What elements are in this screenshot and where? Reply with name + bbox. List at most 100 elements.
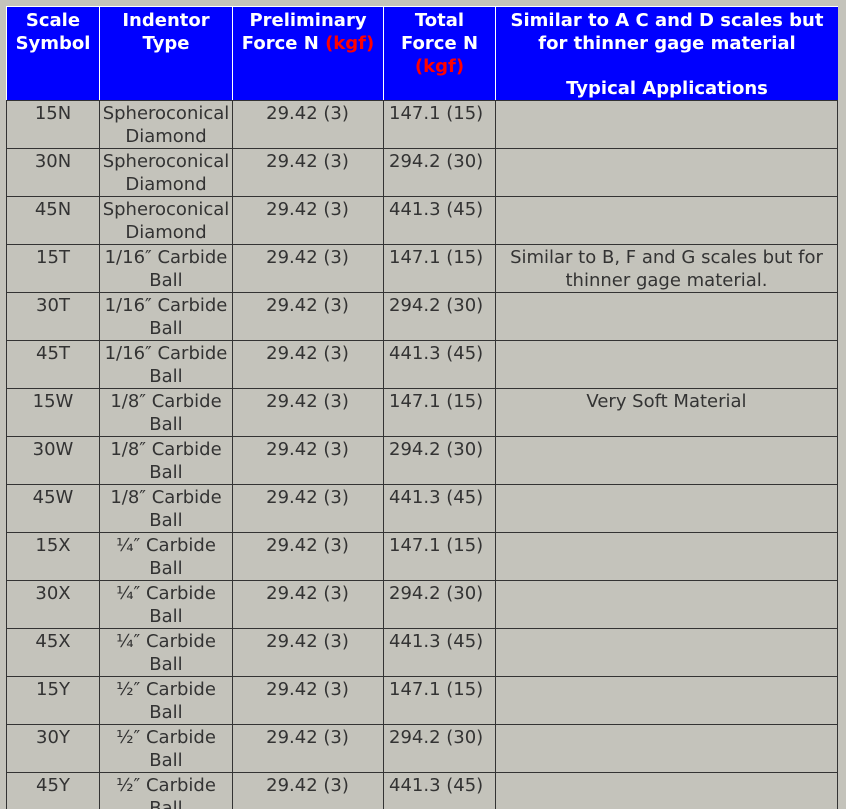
preliminary-force-cell: 29.42 (3) bbox=[232, 148, 383, 196]
application-cell: Very Soft Material bbox=[495, 388, 838, 436]
indentor-type-cell: ½″ Carbide Ball bbox=[99, 724, 232, 772]
table-header-row: Scale Symbol Indentor Type Preliminary F… bbox=[6, 6, 838, 100]
scale-symbol-cell: 45N bbox=[6, 196, 99, 244]
table-row: 45X ¼″ Carbide Ball 29.42 (3) 441.3 (45) bbox=[6, 628, 838, 676]
indentor-type-cell: ¼″ Carbide Ball bbox=[99, 532, 232, 580]
preliminary-force-cell: 29.42 (3) bbox=[232, 196, 383, 244]
application-cell bbox=[495, 148, 838, 196]
indentor-type-cell: ½″ Carbide Ball bbox=[99, 772, 232, 809]
preliminary-force-cell: 29.42 (3) bbox=[232, 340, 383, 388]
total-force-cell: 294.2 (30) bbox=[383, 148, 495, 196]
preliminary-force-cell: 29.42 (3) bbox=[232, 772, 383, 809]
scale-symbol-cell: 30T bbox=[6, 292, 99, 340]
application-cell bbox=[495, 436, 838, 484]
total-force-cell: 294.2 (30) bbox=[383, 436, 495, 484]
application-cell bbox=[495, 292, 838, 340]
application-cell: Similar to B, F and G scales but for thi… bbox=[495, 244, 838, 292]
indentor-type-cell: 1/8″ Carbide Ball bbox=[99, 484, 232, 532]
table-row: 15Y ½″ Carbide Ball 29.42 (3) 147.1 (15) bbox=[6, 676, 838, 724]
total-force-cell: 294.2 (30) bbox=[383, 292, 495, 340]
application-cell bbox=[495, 484, 838, 532]
total-force-cell: 441.3 (45) bbox=[383, 484, 495, 532]
rockwell-superficial-scales-table: Scale Symbol Indentor Type Preliminary F… bbox=[6, 6, 838, 809]
indentor-type-cell: 1/16″ Carbide Ball bbox=[99, 244, 232, 292]
indentor-type-cell: 1/8″ Carbide Ball bbox=[99, 436, 232, 484]
total-force-cell: 441.3 (45) bbox=[383, 196, 495, 244]
header-applications-note: Similar to A C and D scales but for thin… bbox=[510, 10, 824, 54]
total-force-cell: 441.3 (45) bbox=[383, 340, 495, 388]
page: Scale Symbol Indentor Type Preliminary F… bbox=[0, 0, 846, 809]
total-force-cell: 147.1 (15) bbox=[383, 388, 495, 436]
application-cell bbox=[495, 676, 838, 724]
application-cell bbox=[495, 772, 838, 809]
scale-symbol-cell: 15N bbox=[6, 100, 99, 148]
header-total-force-unit: (kgf) bbox=[414, 56, 465, 77]
table-row: 15N Spheroconical Diamond 29.42 (3) 147.1 (… bbox=[6, 100, 838, 148]
table-row: 15T 1/16″ Carbide Ball 29.42 (3) 147.1 (15)… bbox=[6, 244, 838, 292]
header-preliminary-force-unit: (kgf) bbox=[325, 33, 375, 54]
table-row: 45W 1/8″ Carbide Ball 29.42 (3) 441.3 (45) bbox=[6, 484, 838, 532]
preliminary-force-cell: 29.42 (3) bbox=[232, 532, 383, 580]
application-cell bbox=[495, 100, 838, 148]
application-cell bbox=[495, 580, 838, 628]
scale-symbol-cell: 30W bbox=[6, 436, 99, 484]
table-row: 30N Spheroconical Diamond 29.42 (3) 294.2 (… bbox=[6, 148, 838, 196]
header-applications-title: Typical Applications bbox=[566, 78, 768, 99]
table-row: 15X ¼″ Carbide Ball 29.42 (3) 147.1 (15) bbox=[6, 532, 838, 580]
header-scale-symbol: Scale Symbol bbox=[6, 6, 99, 100]
total-force-cell: 441.3 (45) bbox=[383, 628, 495, 676]
scale-symbol-cell: 30X bbox=[6, 580, 99, 628]
header-total-force-label: Total Force N bbox=[400, 10, 479, 54]
table-row: 30X ¼″ Carbide Ball 29.42 (3) 294.2 (30) bbox=[6, 580, 838, 628]
indentor-type-cell: 1/16″ Carbide Ball bbox=[99, 340, 232, 388]
indentor-type-cell: 1/16″ Carbide Ball bbox=[99, 292, 232, 340]
indentor-type-cell: Spheroconical Diamond bbox=[99, 196, 232, 244]
preliminary-force-cell: 29.42 (3) bbox=[232, 292, 383, 340]
preliminary-force-cell: 29.42 (3) bbox=[232, 436, 383, 484]
indentor-type-cell: ½″ Carbide Ball bbox=[99, 676, 232, 724]
total-force-cell: 147.1 (15) bbox=[383, 532, 495, 580]
header-total-force: Total Force N (kgf) bbox=[383, 6, 495, 100]
scale-symbol-cell: 30N bbox=[6, 148, 99, 196]
table-body: 15N Spheroconical Diamond 29.42 (3) 147.1 (… bbox=[6, 100, 838, 809]
application-cell bbox=[495, 628, 838, 676]
preliminary-force-cell: 29.42 (3) bbox=[232, 580, 383, 628]
indentor-type-cell: Spheroconical Diamond bbox=[99, 148, 232, 196]
table-row: 30T 1/16″ Carbide Ball 29.42 (3) 294.2 (30) bbox=[6, 292, 838, 340]
scale-symbol-cell: 45T bbox=[6, 340, 99, 388]
application-cell bbox=[495, 724, 838, 772]
preliminary-force-cell: 29.42 (3) bbox=[232, 388, 383, 436]
total-force-cell: 147.1 (15) bbox=[383, 676, 495, 724]
total-force-cell: 294.2 (30) bbox=[383, 580, 495, 628]
header-typical-applications: Similar to A C and D scales but for thin… bbox=[495, 6, 838, 100]
table-row: 15W 1/8″ Carbide Ball 29.42 (3) 147.1 (15) V… bbox=[6, 388, 838, 436]
indentor-type-cell: Spheroconical Diamond bbox=[99, 100, 232, 148]
scale-symbol-cell: 45X bbox=[6, 628, 99, 676]
scale-symbol-cell: 30Y bbox=[6, 724, 99, 772]
application-cell bbox=[495, 532, 838, 580]
preliminary-force-cell: 29.42 (3) bbox=[232, 244, 383, 292]
scale-symbol-cell: 15T bbox=[6, 244, 99, 292]
scale-symbol-cell: 45W bbox=[6, 484, 99, 532]
application-cell bbox=[495, 196, 838, 244]
indentor-type-cell: 1/8″ Carbide Ball bbox=[99, 388, 232, 436]
header-preliminary-force: Preliminary Force N (kgf) bbox=[232, 6, 383, 100]
scale-symbol-cell: 15X bbox=[6, 532, 99, 580]
scale-symbol-cell: 45Y bbox=[6, 772, 99, 809]
preliminary-force-cell: 29.42 (3) bbox=[232, 628, 383, 676]
table-row: 45N Spheroconical Diamond 29.42 (3) 441.3 (… bbox=[6, 196, 838, 244]
table-row: 30Y ½″ Carbide Ball 29.42 (3) 294.2 (30) bbox=[6, 724, 838, 772]
table-row: 45Y ½″ Carbide Ball 29.42 (3) 441.3 (45) bbox=[6, 772, 838, 809]
total-force-cell: 147.1 (15) bbox=[383, 100, 495, 148]
preliminary-force-cell: 29.42 (3) bbox=[232, 484, 383, 532]
scale-symbol-cell: 15Y bbox=[6, 676, 99, 724]
table-row: 30W 1/8″ Carbide Ball 29.42 (3) 294.2 (30) bbox=[6, 436, 838, 484]
preliminary-force-cell: 29.42 (3) bbox=[232, 100, 383, 148]
table-row: 45T 1/16″ Carbide Ball 29.42 (3) 441.3 (45) bbox=[6, 340, 838, 388]
indentor-type-cell: ¼″ Carbide Ball bbox=[99, 580, 232, 628]
preliminary-force-cell: 29.42 (3) bbox=[232, 724, 383, 772]
total-force-cell: 294.2 (30) bbox=[383, 724, 495, 772]
total-force-cell: 147.1 (15) bbox=[383, 244, 495, 292]
application-cell bbox=[495, 340, 838, 388]
indentor-type-cell: ¼″ Carbide Ball bbox=[99, 628, 232, 676]
